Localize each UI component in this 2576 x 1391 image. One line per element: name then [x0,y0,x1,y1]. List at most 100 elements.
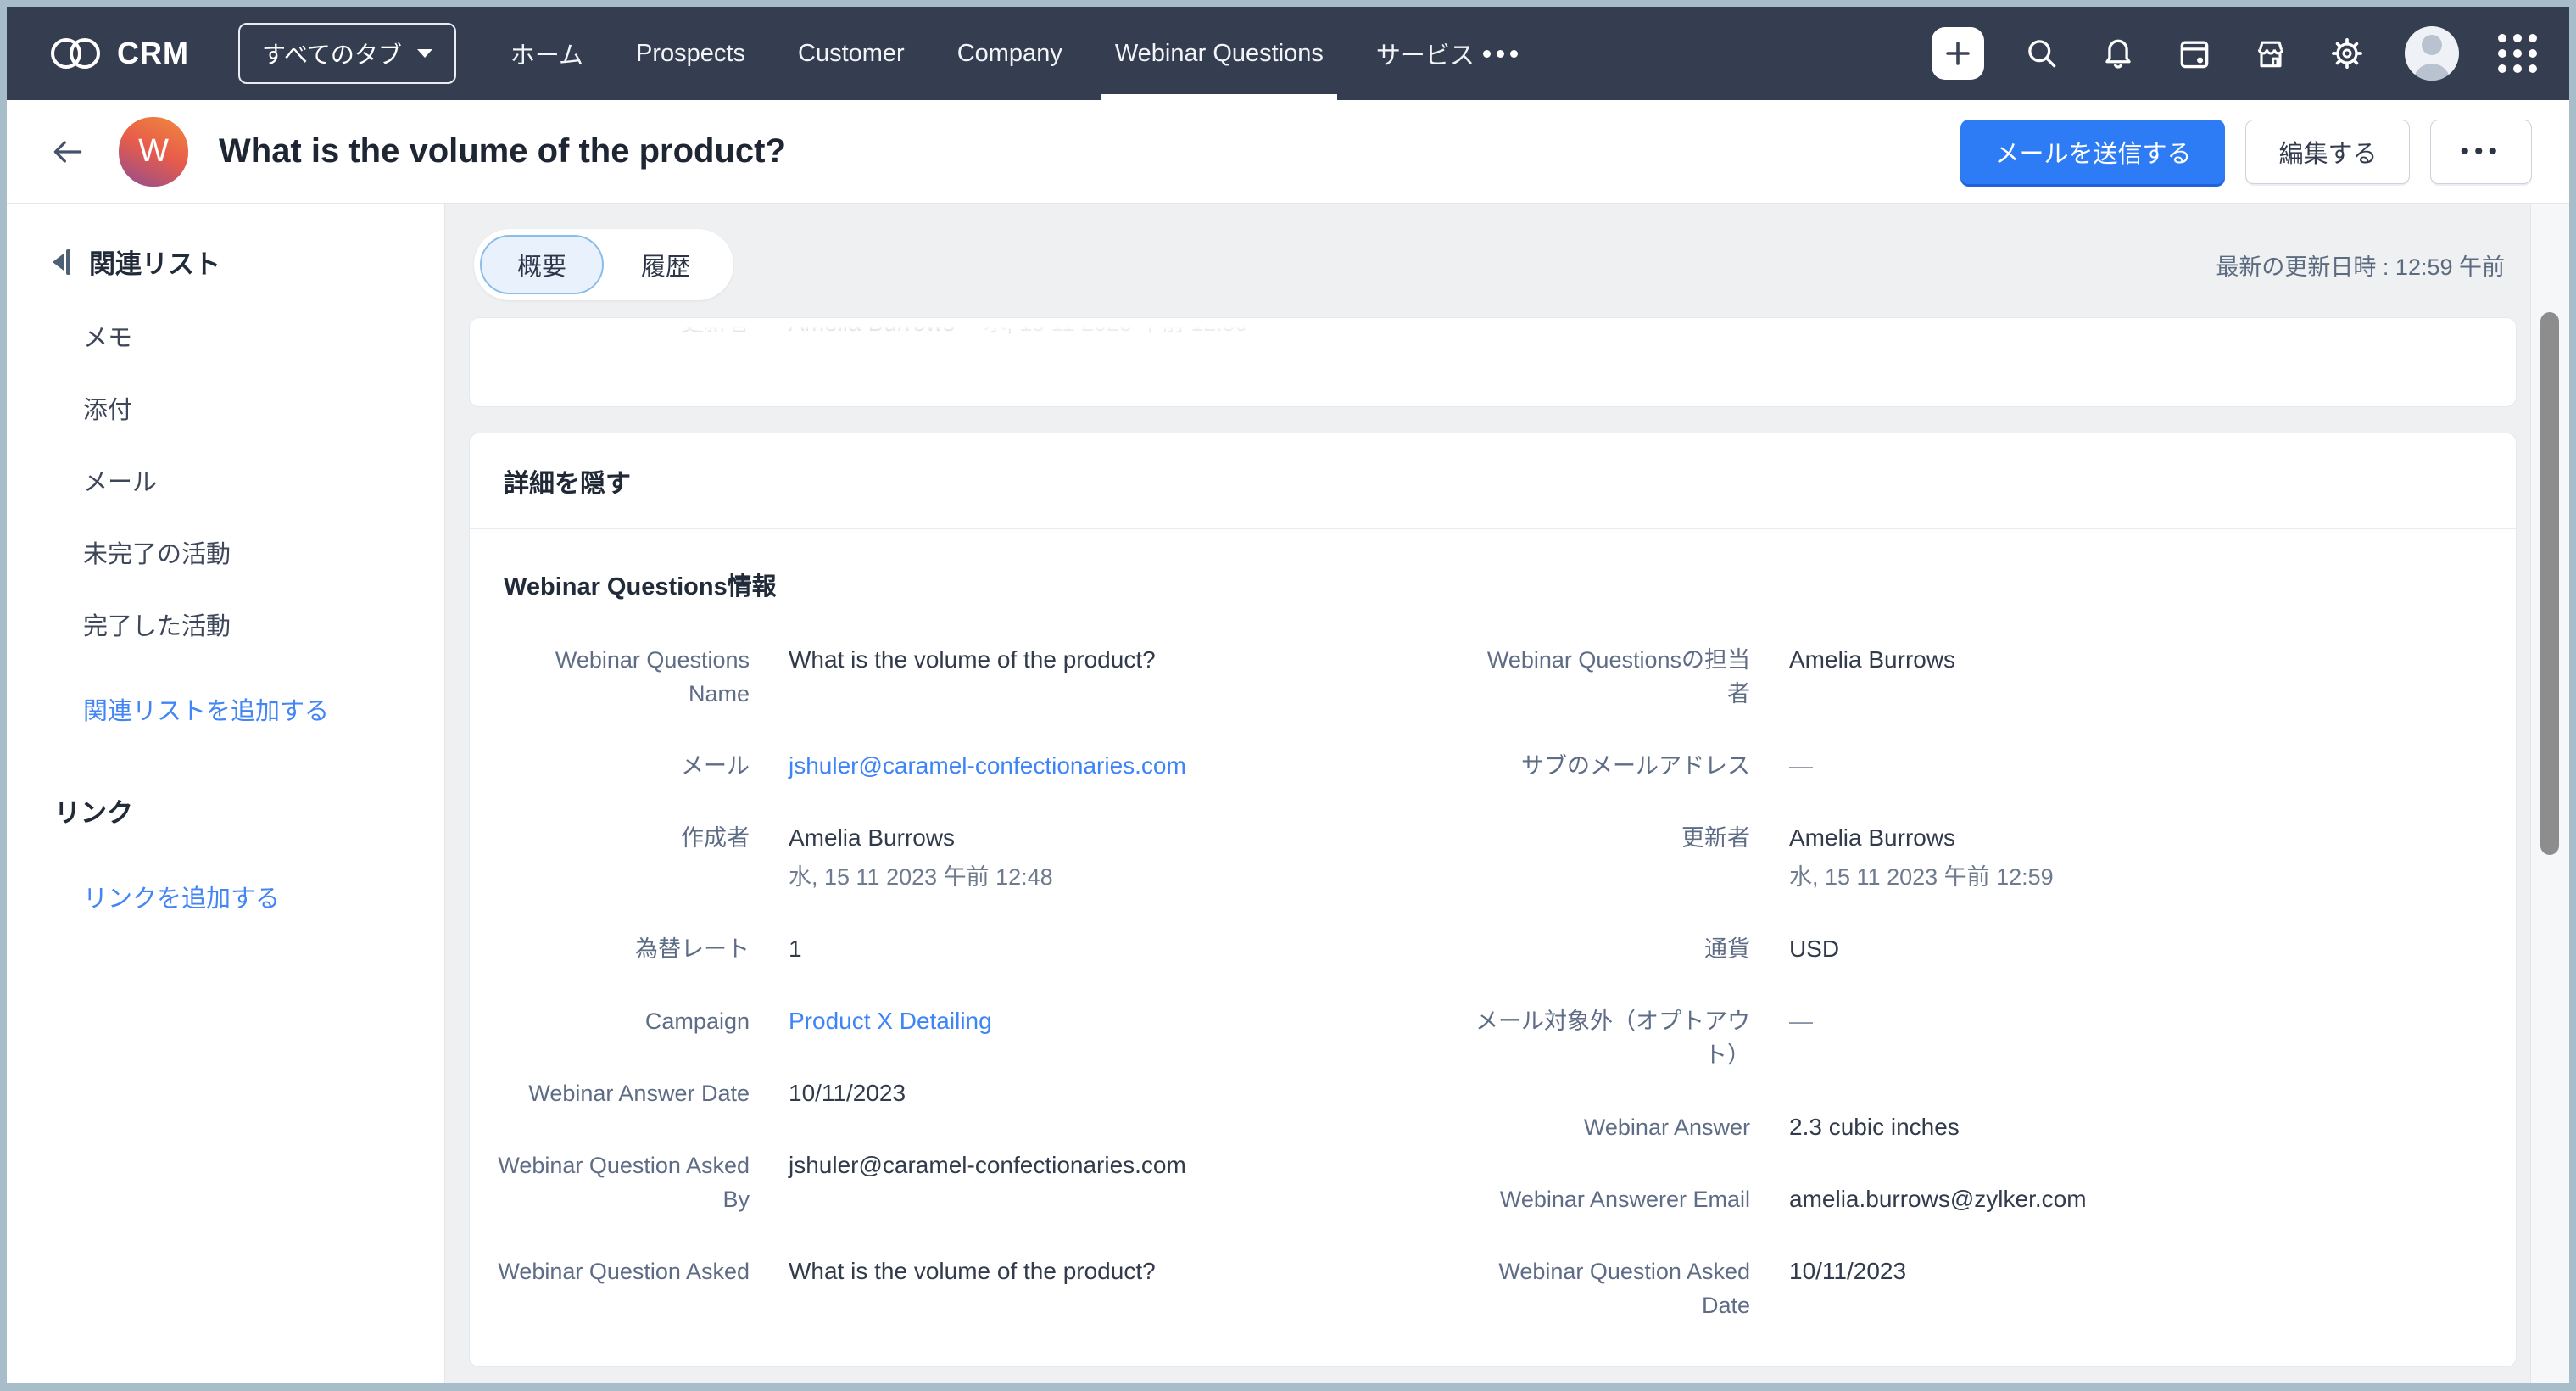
vertical-scrollbar [2530,204,2569,1383]
field-columns: Webinar Questions Name What is the volum… [470,643,2516,1367]
related-list-sidebar: 関連リスト メモ 添付 メール 未完了の活動 完了した活動 関連リストを追加する… [7,204,445,1383]
clipped-field-row: 更新者 Amelia Burrows 水, 15 11 2023 午前 12:5… [495,317,2490,338]
section-title: Webinar Questions情報 [504,567,2516,602]
tab-webinar-questions[interactable]: Webinar Questions [1115,7,1324,100]
details-card: 詳細を隠す Webinar Questions情報 Webinar Questi… [469,433,2517,1367]
field-label: Webinar Answer [1470,1110,1750,1144]
field-row: Webinar Question Asked What is the volum… [495,1254,1470,1288]
field-row: Webinar Long Answer 2.3 cubic inches [1470,1360,2516,1367]
field-value: 2.3 cubic inches [1789,1110,1960,1144]
user-avatar[interactable] [2405,26,2459,81]
field-label: Webinar Question Asked By [495,1148,750,1216]
field-row: Webinar Questions Name What is the volum… [495,643,1470,711]
field-label: 作成者 [495,821,750,894]
calendar-icon[interactable] [2176,35,2213,72]
sidebar-item-emails[interactable]: メール [83,462,444,498]
field-row: サブのメールアドレス — [1470,749,2516,783]
app-window: CRM すべてのタブ ホーム Prospects Customer Compan… [0,0,2576,1391]
hide-details-toggle[interactable]: 詳細を隠す [470,433,2516,529]
sidebar-item-open-activities[interactable]: 未完了の活動 [83,534,444,570]
tab-timeline[interactable]: 履歴 [604,235,728,294]
back-arrow-icon[interactable] [49,135,86,169]
caret-down-icon [417,49,432,58]
field-label: Webinar Answerer Email [1470,1182,1750,1216]
top-navbar: CRM すべてのタブ ホーム Prospects Customer Compan… [7,7,2569,100]
field-label: メール対象外（オプトアウト） [1470,1004,1750,1072]
sidebar-item-attachments[interactable]: 添付 [83,390,444,426]
email-link[interactable]: jshuler@caramel-confectionaries.com [789,749,1186,783]
field-label: Webinar Questions Name [495,643,750,711]
clipped-field-value: Amelia Burrows [789,317,955,337]
search-icon[interactable] [2023,35,2060,72]
tab-service[interactable]: サービス [1376,7,1475,100]
tab-customer[interactable]: Customer [798,7,905,100]
field-value: jshuler@caramel-confectionaries.com [789,1148,1186,1216]
view-tabs: 概要 履歴 [474,229,733,300]
zoho-logo-icon [51,38,100,69]
sidebar-item-closed-activities[interactable]: 完了した活動 [83,606,444,642]
field-value: amelia.burrows@zylker.com [1789,1182,2087,1216]
tab-overview[interactable]: 概要 [480,235,604,294]
field-row: メール対象外（オプトアウト） — [1470,1004,2516,1072]
field-value: Amelia Burrows 水, 15 11 2023 午前 12:48 [789,821,1053,894]
fields-column-left: Webinar Questions Name What is the volum… [470,643,1470,1327]
field-row: メール jshuler@caramel-confectionaries.com [495,749,1470,783]
field-row: 更新者 Amelia Burrows 水, 15 11 2023 午前 12:5… [1470,821,2516,894]
field-row: Campaign Product X Detailing [495,1004,1470,1038]
all-tabs-dropdown-label: すべてのタブ [262,36,402,70]
field-label: Webinar Question Asked [495,1254,750,1288]
clipped-field-timestamp: 水, 15 11 2023 午前 12:59 [984,317,1248,338]
send-mail-button[interactable]: メールを送信する [1960,120,2225,184]
related-list-header: 関連リスト [53,243,444,281]
field-value: What is the volume of the product? [789,1254,1156,1288]
field-row: 為替レート 1 [495,932,1470,966]
field-label: 更新者 [1470,821,1750,894]
field-value: 1 [789,932,802,966]
field-label: Webinar Questionsの担当者 [1470,643,1750,711]
modified-by-timestamp: 水, 15 11 2023 午前 12:59 [1789,860,2054,894]
ellipsis-icon: ••• [2460,139,2502,165]
field-row: Webinar Answer Date 10/11/2023 [495,1076,1470,1110]
collapse-sidebar-icon[interactable] [53,249,70,275]
field-label: 為替レート [495,932,750,966]
record-more-button[interactable]: ••• [2430,120,2532,184]
field-value: Amelia Burrows 水, 15 11 2023 午前 12:59 [1789,821,2054,894]
field-row: 通貨 USD [1470,932,2516,966]
field-row: Webinar Question Asked By jshuler@carame… [495,1148,1470,1216]
fields-column-right: Webinar Questionsの担当者 Amelia Burrows サブの… [1470,643,2516,1367]
campaign-link[interactable]: Product X Detailing [789,1004,992,1038]
field-value: Amelia Burrows [1789,643,1955,711]
notifications-bell-icon[interactable] [2099,35,2137,72]
field-label: 通貨 [1470,932,1750,966]
field-label: サブのメールアドレス [1470,749,1750,783]
field-value: USD [1789,932,1839,966]
record-actions: メールを送信する 編集する ••• [1960,120,2532,184]
clipped-field-label: 更新者 [495,317,750,338]
add-related-list-link[interactable]: 関連リストを追加する [83,691,444,727]
add-link-link[interactable]: リンクを追加する [83,879,444,914]
settings-gear-icon[interactable] [2328,35,2366,72]
nav-more-tabs-icon[interactable] [1483,50,1518,58]
tab-home[interactable]: ホーム [510,7,583,100]
clipped-info-card: 更新者 Amelia Burrows 水, 15 11 2023 午前 12:5… [469,317,2517,407]
field-label: Webinar Answer Date [495,1076,750,1110]
crm-window: CRM すべてのタブ ホーム Prospects Customer Compan… [7,7,2569,1383]
field-value: 2.3 cubic inches [1789,1360,1960,1367]
tab-company[interactable]: Company [957,7,1062,100]
apps-grid-icon[interactable] [2498,34,2537,73]
field-value: 10/11/2023 [1789,1254,1906,1322]
field-row: Webinar Question Asked Date 10/11/2023 [1470,1254,2516,1322]
all-tabs-dropdown[interactable]: すべてのタブ [238,23,456,84]
field-row: Webinar Answerer Email amelia.burrows@zy… [1470,1182,2516,1216]
field-value: 10/11/2023 [789,1076,906,1110]
scrollbar-thumb[interactable] [2540,312,2559,855]
last-updated-text: 最新の更新日時 : 12:59 午前 [2216,249,2505,282]
modified-by-name: Amelia Burrows [1789,821,2054,855]
field-row: 作成者 Amelia Burrows 水, 15 11 2023 午前 12:4… [495,821,1470,894]
tab-prospects[interactable]: Prospects [636,7,745,100]
edit-button[interactable]: 編集する [2245,120,2410,184]
quick-create-button[interactable] [1932,27,1984,80]
sidebar-item-notes[interactable]: メモ [83,318,444,354]
field-row: Webinar Answer 2.3 cubic inches [1470,1110,2516,1144]
marketplace-store-icon[interactable] [2252,35,2289,72]
